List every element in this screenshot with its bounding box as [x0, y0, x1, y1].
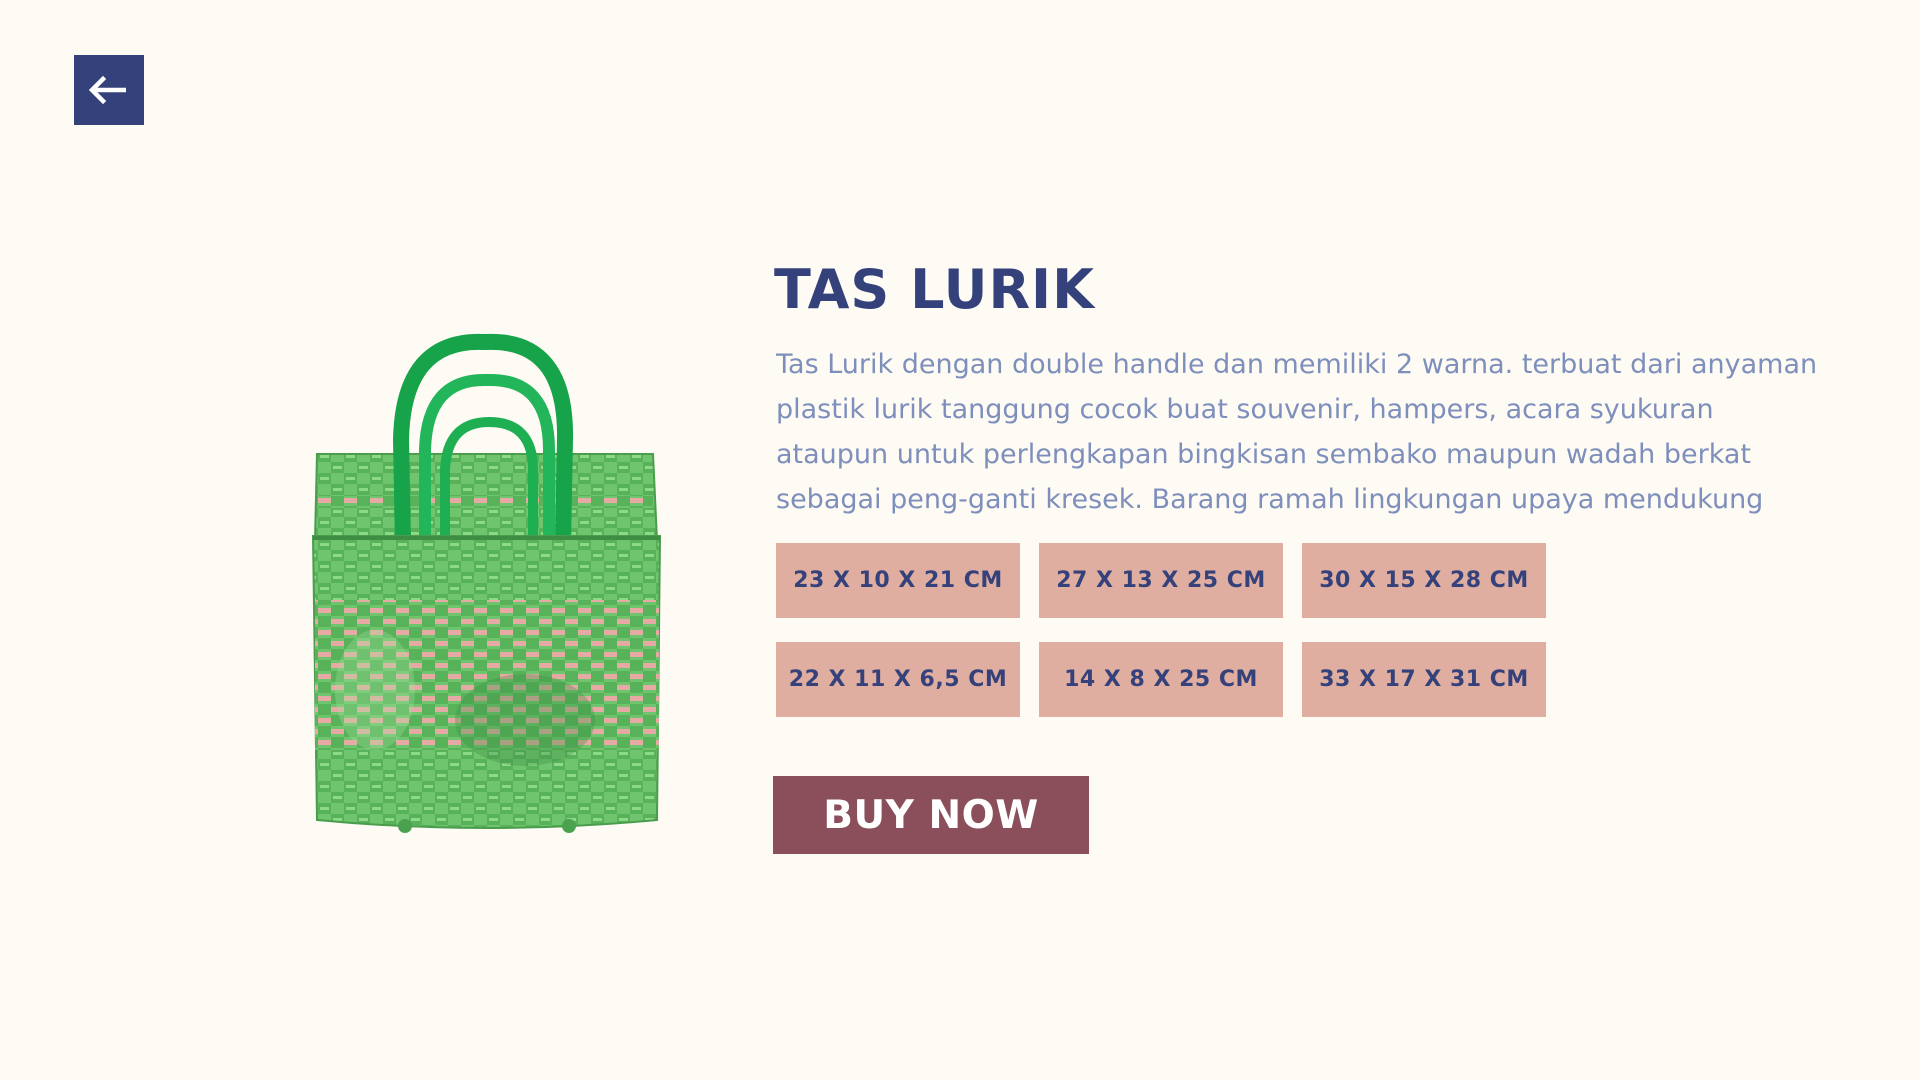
- product-title: TAS LURIK: [774, 258, 1095, 321]
- product-image: [311, 333, 662, 833]
- size-option[interactable]: 14 X 8 X 25 CM: [1039, 642, 1283, 717]
- arrow-left-icon: [89, 76, 126, 104]
- size-option[interactable]: 23 X 10 X 21 CM: [776, 543, 1020, 618]
- size-options: 23 X 10 X 21 CM 27 X 13 X 25 CM 30 X 15 …: [776, 543, 1546, 717]
- size-option[interactable]: 33 X 17 X 31 CM: [1302, 642, 1546, 717]
- size-option[interactable]: 30 X 15 X 28 CM: [1302, 543, 1546, 618]
- product-description: Tas Lurik dengan double handle dan memil…: [776, 349, 1818, 515]
- product-detail-page: TAS LURIK Tas Lurik dengan double handle…: [0, 0, 1920, 1080]
- size-option[interactable]: 27 X 13 X 25 CM: [1039, 543, 1283, 618]
- size-option[interactable]: 22 X 11 X 6,5 CM: [776, 642, 1020, 717]
- back-button[interactable]: [74, 55, 144, 125]
- buy-now-button[interactable]: BUY NOW: [773, 776, 1089, 854]
